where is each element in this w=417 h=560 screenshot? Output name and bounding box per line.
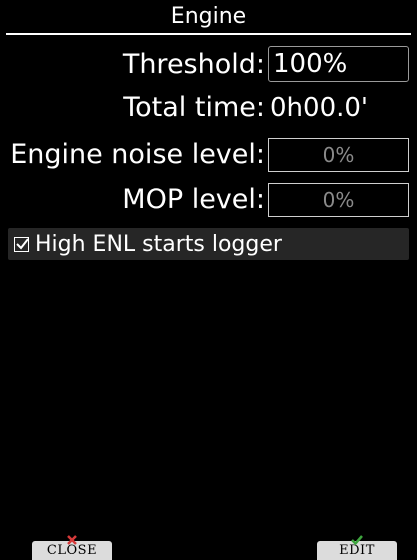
mop-value: 0% (322, 188, 355, 212)
threshold-row: Threshold: 100% (0, 45, 417, 85)
close-button-label: CLOSE (46, 543, 98, 558)
total-time-label: Total time: (123, 92, 265, 123)
total-time-value: 0h00.0' (270, 93, 369, 123)
total-time-row: Total time: 0h00.0' (0, 88, 417, 128)
checkmark-icon (16, 237, 29, 250)
screen-title: Engine (0, 0, 417, 33)
check-icon (351, 535, 363, 545)
mop-gauge: 0% (268, 183, 409, 217)
high-enl-starts-logger-label: High ENL starts logger (35, 231, 282, 257)
threshold-label: Threshold: (122, 49, 265, 80)
engine-noise-gauge: 0% (268, 138, 409, 172)
screen-title-text: Engine (170, 4, 247, 29)
mop-row: MOP level: 0% (0, 180, 417, 220)
close-button[interactable]: CLOSE (32, 535, 112, 560)
mop-label: MOP level: (122, 184, 265, 215)
engine-noise-row: Engine noise level: 0% (0, 135, 417, 175)
engine-settings-screen: Engine Threshold: 100% Total time: 0h00.… (0, 0, 417, 560)
threshold-input[interactable]: 100% (268, 46, 409, 82)
edit-button-label: EDIT (339, 543, 375, 558)
checkbox-checked-icon[interactable] (14, 236, 29, 252)
title-divider (6, 33, 411, 35)
x-icon (67, 535, 77, 545)
edit-button[interactable]: EDIT (317, 535, 397, 560)
engine-noise-label: Engine noise level: (10, 139, 265, 170)
engine-noise-value: 0% (322, 143, 355, 167)
high-enl-starts-logger-option[interactable]: High ENL starts logger (8, 228, 409, 260)
